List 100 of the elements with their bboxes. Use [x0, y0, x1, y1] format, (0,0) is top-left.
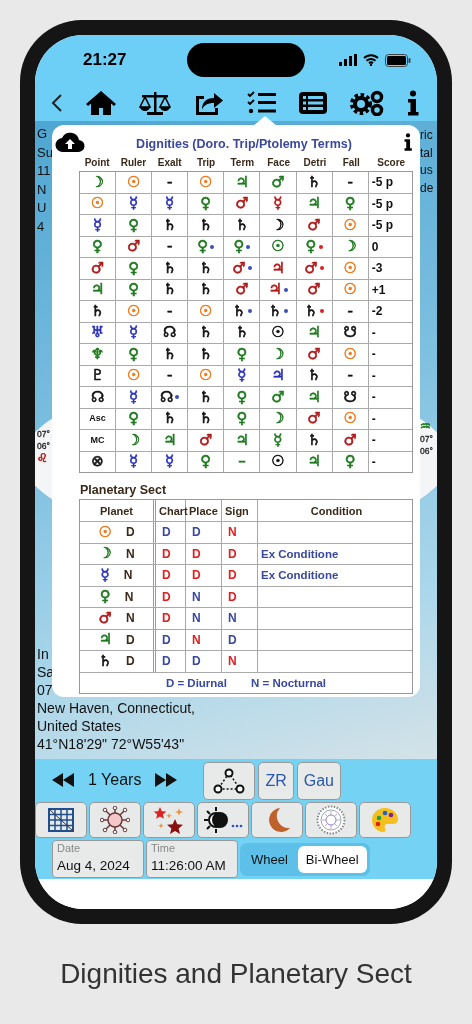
crescent-moon-button[interactable]: [251, 802, 303, 838]
sect-value: D: [161, 568, 171, 583]
planet-symbol: ♄: [163, 216, 177, 234]
planet-symbol: ☊: [90, 388, 105, 406]
planet-symbol: ♄: [235, 216, 249, 234]
cloud-upload-icon[interactable]: [55, 131, 85, 153]
score-value: -: [371, 347, 376, 362]
planet-symbol: ♀: [128, 259, 140, 277]
planet-symbol: -: [347, 173, 353, 191]
eclipse-button[interactable]: [197, 802, 249, 838]
planet-symbol: ♂: [199, 431, 213, 449]
column-header: Exalt: [156, 157, 183, 170]
background-text: 07: [37, 681, 53, 699]
triangle-nodes-icon: [212, 768, 247, 794]
planet-symbol: ♃: [268, 281, 282, 299]
date-field[interactable]: Date Aug 4, 2024: [52, 840, 144, 878]
condition-text: Ex Conditione: [261, 569, 339, 582]
aspect-web-button[interactable]: [89, 802, 141, 838]
wheel-label: 06°: [37, 440, 50, 452]
planet-symbol: ♃: [90, 281, 105, 299]
back-icon[interactable]: [51, 93, 63, 113]
score-value: -3: [371, 261, 383, 276]
time-field[interactable]: Time 11:26:00 AM: [146, 840, 238, 878]
planet-symbol: ☉: [90, 195, 105, 213]
planet-symbol: ☽: [271, 216, 285, 234]
sect-value: N: [125, 546, 135, 561]
planet-symbol: ♂: [90, 259, 105, 277]
share-icon[interactable]: [193, 90, 225, 116]
score-value: -: [371, 433, 376, 448]
planet-symbol: ♄: [199, 324, 213, 342]
palette-button[interactable]: [359, 802, 411, 838]
column-header: Face: [266, 157, 292, 170]
view-tab[interactable]: Wheel: [243, 845, 296, 873]
column-header: Score: [376, 157, 407, 170]
settings-icon[interactable]: [349, 90, 385, 116]
planet-symbol: ☿: [273, 195, 283, 213]
fast-forward-icon[interactable]: [155, 773, 178, 787]
planet-symbol: ♄: [163, 345, 177, 363]
list-icon[interactable]: [299, 91, 327, 115]
battery-icon: [385, 53, 411, 67]
wheel-label: 06°: [420, 445, 433, 457]
sect-value: D: [161, 611, 171, 626]
planet-symbol: ♄: [199, 388, 213, 406]
planet-symbol: ♄: [307, 431, 321, 449]
planet-symbol: ♂: [307, 345, 321, 363]
planet-symbol: ♄: [199, 216, 213, 234]
planet-symbol: -: [167, 302, 173, 320]
sect-value: N: [191, 611, 201, 626]
planet-symbol: ♃: [271, 259, 285, 277]
planet-symbol: ☿: [129, 453, 139, 471]
column-header: Sign: [225, 504, 249, 517]
chart-mode-button[interactable]: ZR: [258, 762, 294, 800]
planet-symbol: ♀: [200, 453, 212, 471]
column-header: Condition: [310, 504, 363, 517]
info-icon[interactable]: [407, 90, 419, 116]
planet-symbol: ♂: [307, 281, 321, 299]
background-text: 4: [37, 217, 45, 236]
info-icon[interactable]: [403, 133, 413, 151]
signal-icon: [339, 54, 357, 66]
planet-symbol: ♄: [304, 302, 318, 320]
planet-symbol: ♂: [126, 238, 141, 256]
sect-value: D: [227, 568, 237, 583]
column-header: Detri: [302, 157, 328, 170]
planet-symbol: ♂: [271, 173, 285, 191]
planet-symbol: ♄: [199, 281, 213, 299]
planet-symbol: ♀: [305, 238, 317, 256]
planet-symbol: ☿: [129, 388, 139, 406]
planet-symbol: ☊: [160, 388, 174, 406]
location-text: 41°N18'29" 72°W55'43": [37, 735, 185, 753]
triangle-nodes-button[interactable]: [203, 762, 256, 800]
planet-symbol: ☉: [126, 302, 141, 320]
planet-symbol: ☽: [126, 431, 141, 449]
stars-button[interactable]: [143, 802, 195, 838]
planet-symbol: ♂: [304, 259, 318, 277]
background-text: ric: [420, 127, 433, 144]
view-tab[interactable]: Bi-Wheel: [297, 845, 367, 873]
planet-symbol: ♂: [271, 388, 285, 406]
score-value: -2: [371, 304, 383, 319]
planet-symbol: ♄: [199, 259, 213, 277]
rewind-icon[interactable]: [52, 773, 74, 787]
sect-value: D: [125, 654, 135, 669]
scales-icon[interactable]: [139, 90, 171, 116]
sect-value: D: [161, 546, 171, 561]
chart-mode-button[interactable]: Gau: [296, 762, 341, 800]
sect-value: N: [123, 568, 133, 583]
planet-symbol: ♂: [98, 609, 112, 627]
caption-text: Dignities and Planetary Sect: [59, 958, 413, 990]
background-text: 11: [37, 162, 51, 180]
sect-value: N: [227, 654, 237, 669]
score-value: -5 p: [371, 196, 394, 211]
planet-symbol: ☽: [343, 238, 357, 256]
background-text: de: [420, 179, 434, 197]
home-icon[interactable]: [85, 90, 117, 116]
zodiac-wheel-button[interactable]: [305, 802, 357, 838]
planet-symbol: ☽: [98, 545, 112, 563]
grid-button[interactable]: [35, 802, 87, 838]
planet-symbol: ☉: [343, 345, 357, 363]
planet-symbol: -: [167, 238, 173, 256]
checklist-icon[interactable]: [247, 91, 277, 115]
background-text: U: [37, 199, 47, 217]
